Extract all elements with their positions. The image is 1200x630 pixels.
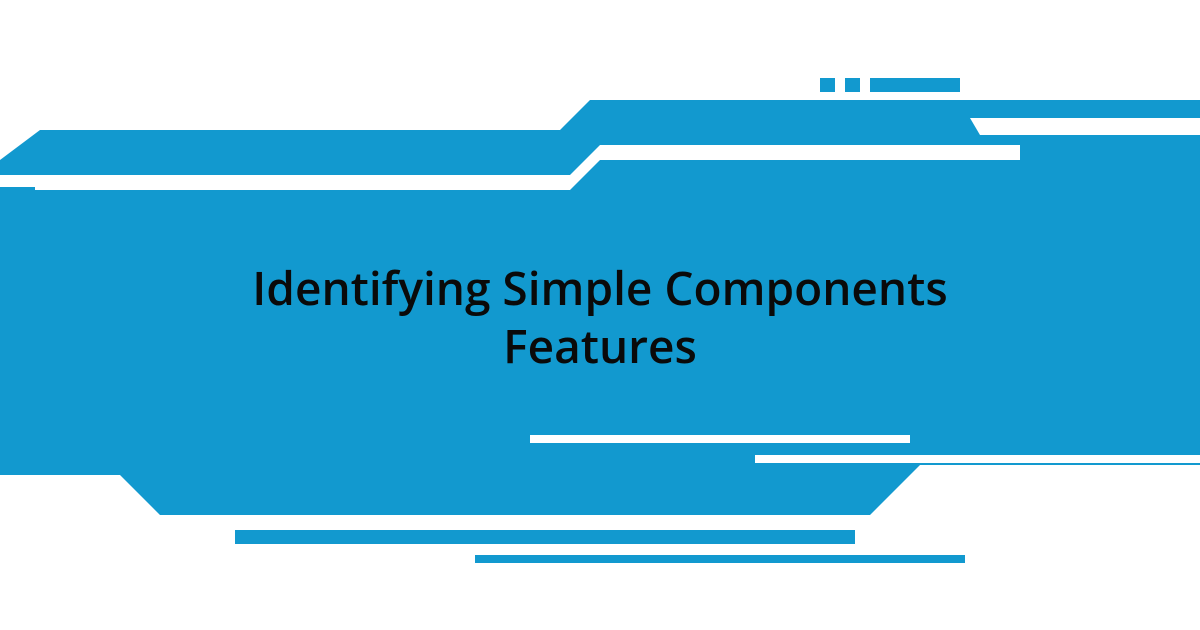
title-line-1: Identifying Simple Components <box>252 257 947 319</box>
title-line-2: Features <box>503 315 697 377</box>
title-container: Identifying Simple Components Features <box>0 260 1200 375</box>
page-title: Identifying Simple Components Features <box>0 260 1200 375</box>
